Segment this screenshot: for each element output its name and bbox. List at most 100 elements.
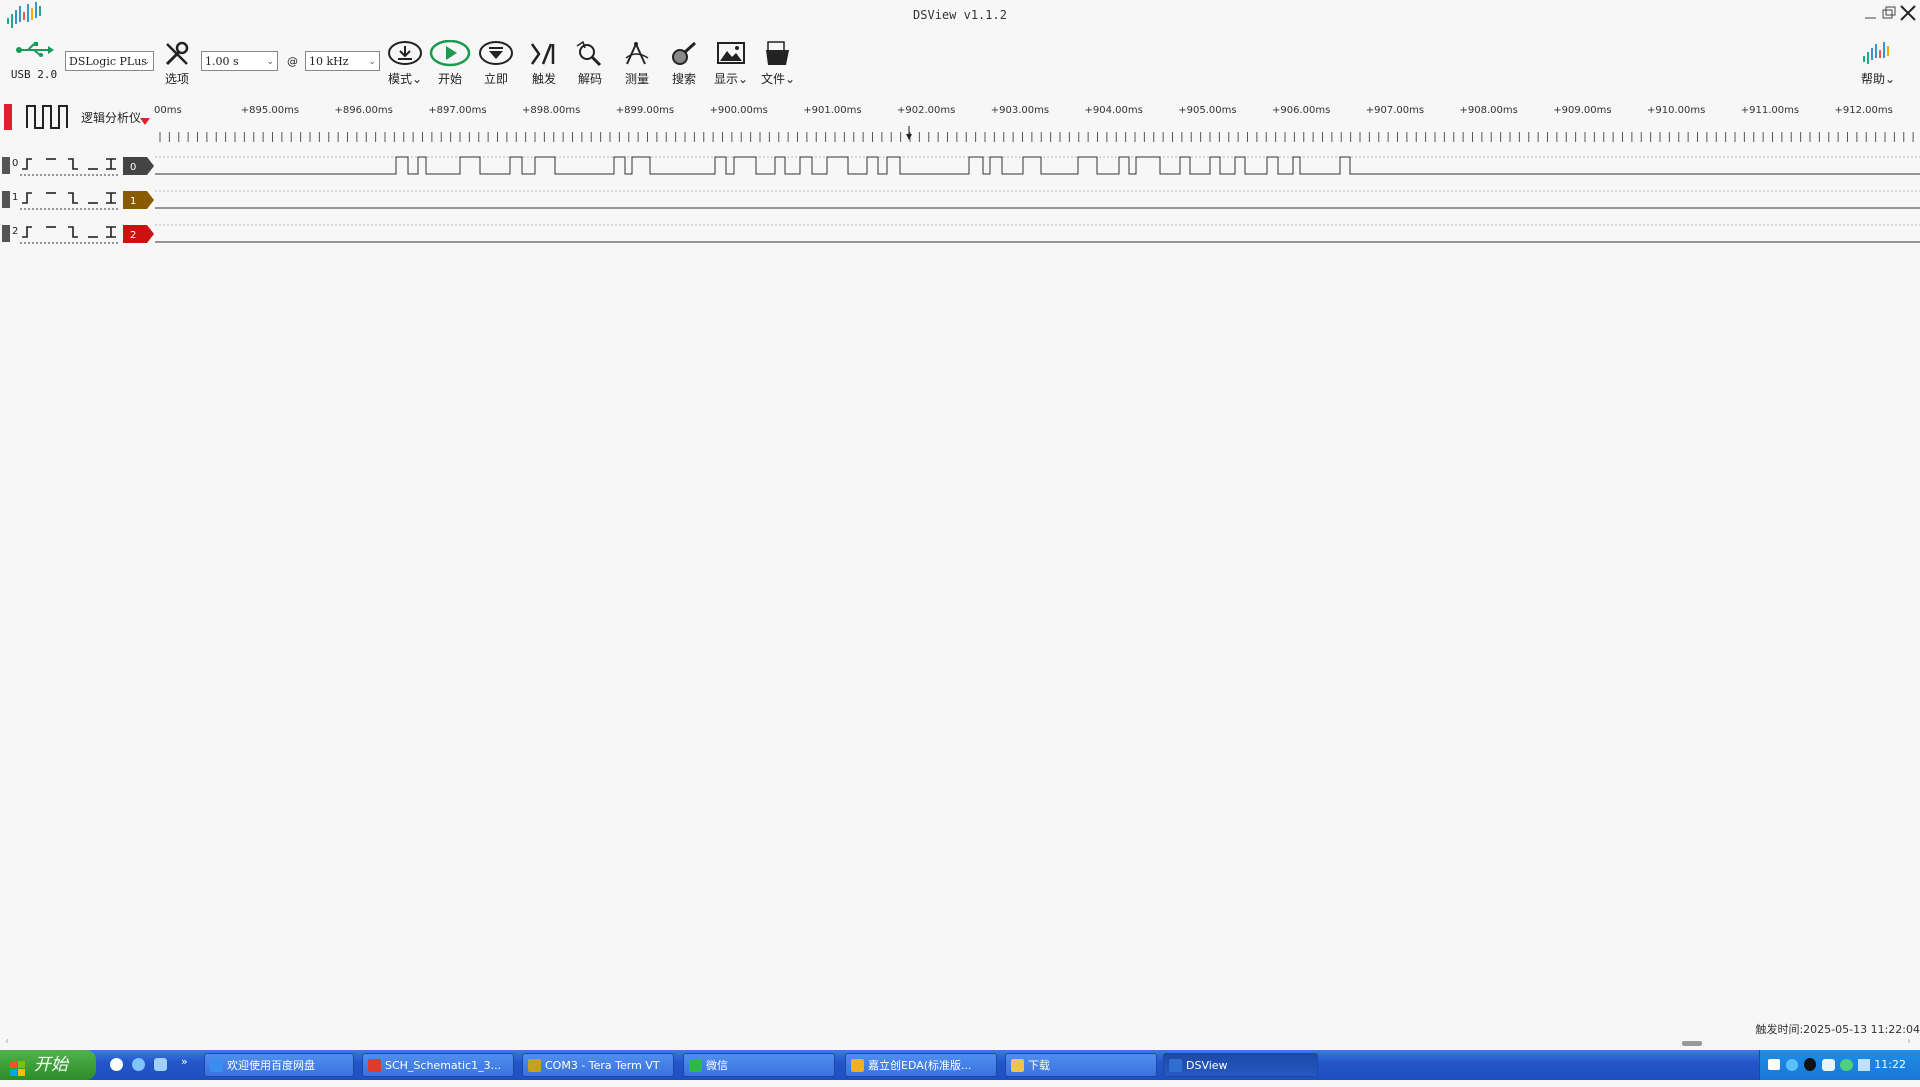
quicklaunch-explorer-icon[interactable] <box>154 1058 167 1071</box>
ruler-tick-label: 00ms <box>154 105 182 116</box>
samplerate-select[interactable]: 10 kHz ⌄ <box>305 51 380 71</box>
chevron-down-icon: ⌄ <box>142 57 150 67</box>
channel-index-label: 0 <box>12 158 19 169</box>
ruler-tick-label: +906.00ms <box>1272 105 1330 116</box>
taskbar-app-icon <box>1169 1059 1182 1072</box>
falling-edge-icon[interactable] <box>68 192 78 204</box>
channel-drag-handle[interactable] <box>2 157 10 174</box>
instant-button[interactable]: 立即 <box>473 34 519 87</box>
quicklaunch-more-icon[interactable]: » <box>181 1055 188 1068</box>
rising-edge-icon[interactable] <box>22 192 32 204</box>
device-select[interactable]: DSLogic PLus ⌄ <box>65 51 154 71</box>
channel-trigger-options[interactable] <box>20 189 120 211</box>
taskbar-item-label: 微信 <box>706 1059 728 1072</box>
tray-arrow-icon[interactable] <box>1786 1059 1798 1071</box>
wechat-icon[interactable] <box>1840 1059 1853 1071</box>
ruler-tick-label: +910.00ms <box>1647 105 1705 116</box>
ruler-tick-label: +897.00ms <box>428 105 486 116</box>
any-edge-icon[interactable] <box>106 226 116 238</box>
taskbar-item[interactable]: COM3 - Tera Term VT <box>522 1053 674 1077</box>
usb-icon <box>16 42 54 57</box>
start-button[interactable]: 开始 <box>427 34 473 87</box>
channel-waveform[interactable] <box>155 152 1920 180</box>
ruler-tick-label: +912.00ms <box>1835 105 1893 116</box>
chevron-down-icon: ⌄ <box>368 57 376 67</box>
restore-button[interactable] <box>1880 4 1898 22</box>
system-tray: 11:22 <box>1759 1050 1920 1080</box>
display-image-icon <box>717 42 745 64</box>
taskbar-item[interactable]: SCH_Schematic1_3... <box>362 1053 514 1077</box>
quicklaunch-media-icon[interactable] <box>110 1058 123 1071</box>
taskbar-item-label: 嘉立创EDA(标准版... <box>868 1059 972 1072</box>
channel-tag[interactable]: 1 <box>123 189 155 211</box>
taskbar-item[interactable]: DSView <box>1163 1053 1318 1077</box>
baidu-netdisk-icon[interactable] <box>1822 1059 1835 1071</box>
ruler-tick-label: +895.00ms <box>241 105 299 116</box>
taskbar-item[interactable]: 嘉立创EDA(标准版... <box>845 1053 997 1077</box>
channel-trigger-options[interactable] <box>20 155 120 177</box>
scroll-left-icon[interactable]: ‹ <box>5 1036 9 1047</box>
samplerate-select-value: 10 kHz <box>309 55 349 68</box>
toolbar: USB 2.0 DSLogic PLus ⌄ 选项 1.00 s ⌄ @ 10 … <box>0 34 1920 96</box>
qq-icon[interactable] <box>1804 1058 1816 1071</box>
falling-edge-icon[interactable] <box>68 158 78 170</box>
channel-tag[interactable]: 0 <box>123 155 155 177</box>
taskbar-item[interactable]: 欢迎使用百度网盘 <box>204 1053 354 1077</box>
display-button[interactable]: 显示⌄ <box>708 34 754 87</box>
trigger-icon <box>530 43 555 65</box>
channel-row: 00 <box>0 152 1920 180</box>
decode-button[interactable]: 解码 <box>567 34 613 87</box>
rising-edge-icon[interactable] <box>22 158 32 170</box>
measure-button[interactable]: 测量 <box>614 34 660 87</box>
channel-waveform[interactable] <box>155 220 1920 248</box>
at-label: @ <box>287 55 298 68</box>
wrench-icon <box>165 41 189 66</box>
channel-tag-label: 0 <box>130 162 136 173</box>
ruler-tick-label: +902.00ms <box>897 105 955 116</box>
options-button[interactable]: 选项 <box>154 34 200 87</box>
ruler-tick-label: +907.00ms <box>1366 105 1424 116</box>
taskbar-app-icon <box>851 1059 864 1072</box>
measure-compass-icon <box>625 41 649 65</box>
quicklaunch-ie-icon[interactable] <box>132 1058 145 1071</box>
taskbar-item[interactable]: 下载 <box>1005 1053 1157 1077</box>
start-label: 开始 <box>34 1055 68 1075</box>
display-label: 显示 <box>713 72 738 86</box>
ruler-tick-label: +908.00ms <box>1460 105 1518 116</box>
minimize-button[interactable] <box>1862 4 1880 22</box>
taskbar-item[interactable]: 微信 <box>683 1053 835 1077</box>
channel-waveform[interactable] <box>155 186 1920 214</box>
falling-edge-icon[interactable] <box>68 226 78 238</box>
channel-tag[interactable]: 2 <box>123 223 155 245</box>
mode-button[interactable]: 模式⌄ <box>380 34 430 87</box>
horizontal-scroll-thumb[interactable] <box>1682 1041 1702 1046</box>
ruler-tick-label: +896.00ms <box>335 105 393 116</box>
network-icon[interactable] <box>1858 1059 1870 1071</box>
any-edge-icon[interactable] <box>106 158 116 170</box>
download-circle-icon <box>388 41 422 65</box>
start-menu-button[interactable]: 开始 <box>0 1050 96 1080</box>
file-button[interactable]: 文件⌄ <box>755 34 801 87</box>
clock[interactable]: 11:22 <box>1874 1058 1906 1071</box>
ruler-tick-label: +900.00ms <box>710 105 768 116</box>
scroll-right-icon[interactable]: › <box>1907 1036 1911 1047</box>
channel-drag-handle[interactable] <box>2 191 10 208</box>
search-button[interactable]: 搜索 <box>661 34 707 87</box>
duration-select[interactable]: 1.00 s ⌄ <box>201 51 278 71</box>
any-edge-icon[interactable] <box>106 192 116 204</box>
decode-label: 解码 <box>577 72 602 86</box>
decode-magnifier-icon <box>576 40 602 67</box>
file-label: 文件 <box>760 72 785 86</box>
time-ruler[interactable]: 逻辑分析仪 00ms +895.00ms +896.00ms +897.00ms +89… <box>0 98 1920 148</box>
taskbar-app-icon <box>528 1059 541 1072</box>
channel-drag-handle[interactable] <box>2 225 10 242</box>
close-button[interactable] <box>1899 4 1917 22</box>
trigger-button[interactable]: 触发 <box>521 34 567 87</box>
channel-trigger-options[interactable] <box>20 223 120 245</box>
options-label: 选项 <box>164 72 189 86</box>
help-button[interactable]: 帮助⌄ <box>1855 34 1901 87</box>
keyboard-icon[interactable] <box>1768 1059 1780 1070</box>
taskbar: 开始 » 欢迎使用百度网盘 SCH_Schematic1_3... COM3 - T… <box>0 1050 1920 1080</box>
help-label: 帮助 <box>1860 72 1885 86</box>
rising-edge-icon[interactable] <box>22 226 32 238</box>
